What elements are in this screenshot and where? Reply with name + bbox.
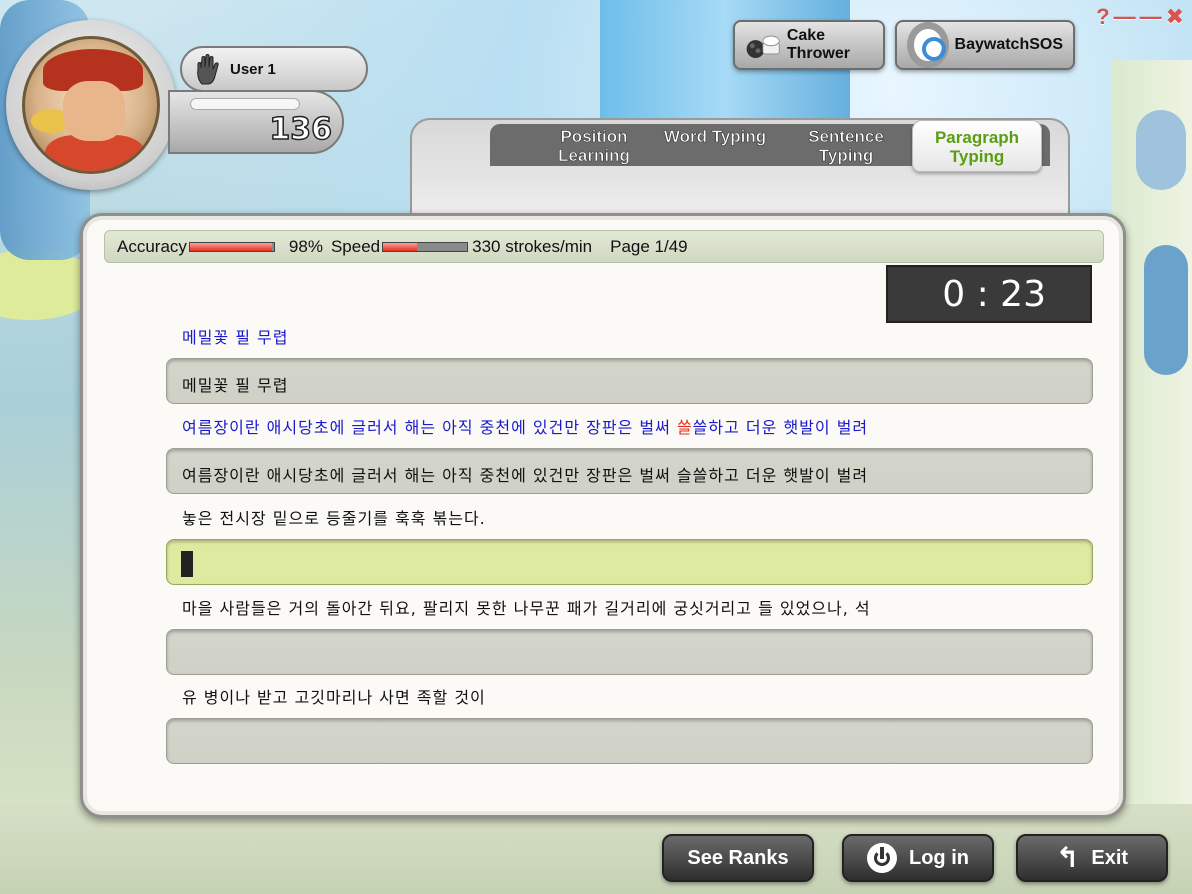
see-ranks-label: See Ranks (687, 846, 789, 869)
hand-icon (197, 54, 219, 85)
accuracy-value: 98% (288, 236, 323, 256)
accuracy-label: Accuracy (117, 236, 187, 256)
tab-label: Paragraph Typing (934, 128, 1020, 166)
cake-thrower-button[interactable]: Cake Thrower (733, 20, 885, 70)
avatar[interactable] (6, 20, 176, 190)
source-line: 놓은 전시장 밑으로 등줄기를 훅훅 볶는다. (182, 509, 486, 528)
cake-thrower-label: Cake Thrower (786, 27, 850, 62)
restore-icon[interactable]: — (1140, 6, 1162, 28)
background-decoration (1144, 245, 1188, 375)
user-panel: User 1 (180, 46, 368, 92)
text-cursor (181, 551, 193, 577)
tab-word-typing[interactable]: Word Typing (655, 120, 775, 172)
typing-input[interactable]: 여름장이란 애시당초에 글러서 해는 아직 중천에 있건만 장판은 벌써 슬쓸하… (166, 448, 1093, 494)
source-text: 여름장이란 애시당초에 글러서 해는 아직 중천에 있건만 장판은 벌써 (182, 418, 677, 437)
see-ranks-button[interactable]: See Ranks (662, 834, 814, 882)
typing-input[interactable] (166, 629, 1093, 675)
log-in-label: Log in (909, 846, 969, 869)
error-character: 쓸 (676, 418, 693, 437)
tab-label: Word Typing (663, 127, 767, 147)
tab-sentence-typing[interactable]: Sentence Typing (786, 120, 906, 172)
score-value: 136 (269, 111, 333, 148)
source-text: 쓸하고 더운 햇발이 벌려 (692, 418, 869, 437)
minimize-icon[interactable]: — (1114, 6, 1136, 28)
stats-bar: Accuracy 98% Speed 330 strokes/min Page … (104, 230, 1104, 263)
baywatch-sos-button[interactable]: BaywatchSOS (895, 20, 1075, 70)
speed-meter (382, 241, 469, 252)
help-icon[interactable]: ? (1096, 6, 1109, 28)
speed-value: 330 strokes/min (472, 236, 593, 256)
tab-label: Sentence Typing (808, 127, 884, 166)
speed-label: Speed (330, 236, 381, 256)
back-arrow-icon: ↰ (1055, 842, 1080, 873)
baywatch-sos-label: BaywatchSOS (954, 36, 1063, 53)
tab-label: Position Learning (558, 127, 630, 166)
speed-meter-fill (383, 242, 417, 251)
source-line: 여름장이란 애시당초에 글러서 해는 아직 중천에 있건만 장판은 벌써 쓸쓸하… (182, 414, 868, 438)
typing-input[interactable] (166, 718, 1093, 764)
exit-label: Exit (1091, 846, 1129, 869)
tab-paragraph-typing[interactable]: Paragraph Typing (912, 120, 1042, 172)
experience-bar (190, 98, 300, 110)
exit-button[interactable]: ↰ Exit (1016, 834, 1168, 882)
typed-text: 여름장이란 애시당초에 글러서 해는 아직 중천에 있건만 장판은 벌써 슬쓸하… (182, 466, 869, 485)
avatar-image (22, 36, 160, 174)
timer-display: 0 : 23 (886, 265, 1092, 323)
typed-text: 메밀꽃 필 무렵 (182, 376, 289, 395)
source-line: 유 병이나 받고 고깃마리나 사면 족할 것이 (182, 688, 486, 707)
accuracy-meter-fill (189, 242, 273, 251)
log-in-button[interactable]: Log in (842, 834, 994, 882)
accuracy-meter (188, 241, 275, 252)
score-panel: 136 (168, 90, 344, 154)
page-indicator: Page 1/49 (610, 236, 688, 256)
tab-position-learning[interactable]: Position Learning (534, 120, 654, 172)
window-controls: ? — — ✖ (1096, 6, 1184, 28)
source-line: 마을 사람들은 거의 돌아간 뒤요, 팔리지 못한 나무꾼 패가 길거리에 궁싯… (182, 599, 871, 618)
face-icon (63, 81, 125, 141)
cake-icon (746, 35, 780, 59)
background-decoration (1136, 110, 1186, 190)
power-icon (867, 843, 897, 873)
typing-input-active[interactable] (166, 539, 1093, 585)
user-name: User 1 (230, 60, 276, 78)
typing-input[interactable]: 메밀꽃 필 무렵 (166, 358, 1093, 404)
source-line: 메밀꽃 필 무렵 (182, 328, 289, 347)
lifebuoy-icon (907, 22, 949, 68)
close-icon[interactable]: ✖ (1166, 6, 1184, 28)
